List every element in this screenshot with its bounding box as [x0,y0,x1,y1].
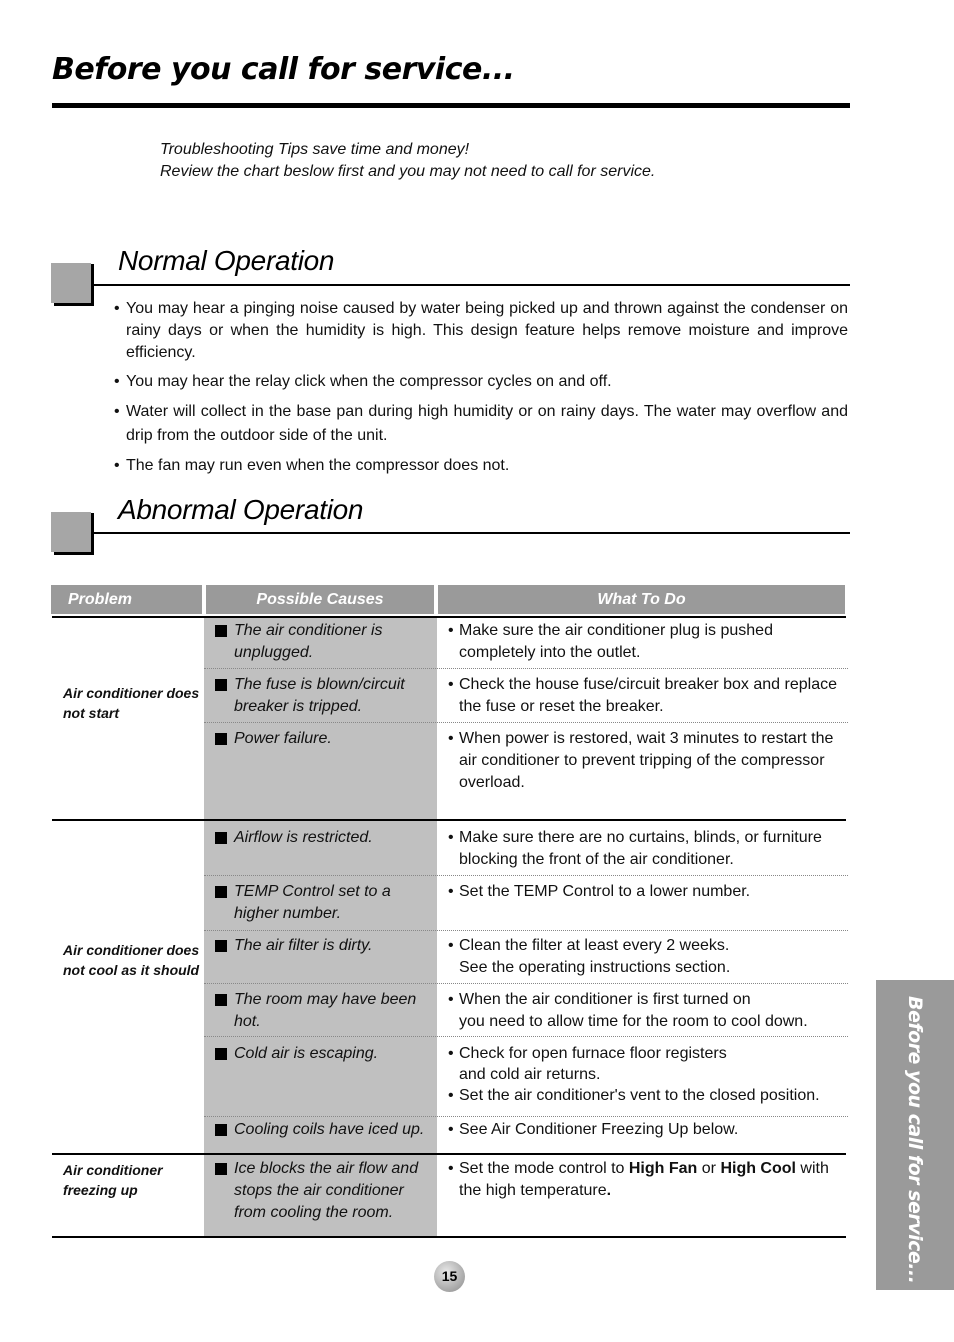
abnormal-operation-heading: Abnormal Operation [118,494,364,525]
cause-cell: Airflow is restricted. [215,827,435,849]
list-item: The fan may run even when the compressor… [114,455,848,477]
cause-cell: The air filter is dirty. [215,935,435,957]
section-rule [93,284,850,286]
problem-cell: Air conditioner does not cool as it shou… [63,942,200,978]
group-divider [52,819,846,821]
row-divider [204,668,848,669]
row-divider [204,930,848,931]
cause-cell: The air conditioner is unplugged. [215,620,435,664]
row-divider [204,1116,848,1117]
square-bullet-icon [215,1048,227,1060]
square-bullet-icon [215,679,227,691]
row-divider [204,722,848,723]
todo-cell: When power is restored, wait 3 minutes t… [448,728,848,794]
column-header-what-to-do: What To Do [438,585,845,614]
cause-cell: TEMP Control set to a higher number. [215,881,435,925]
problem-cell: Air conditioner freezing up [63,1162,163,1198]
todo-cell: Check for open furnace floor registersan… [448,1043,848,1106]
table-bottom-rule [52,1236,846,1238]
list-item: Water will collect in the base pan durin… [114,400,848,448]
problem-cell: Air conditioner does not start [63,685,200,721]
square-bullet-icon [215,1163,227,1175]
cause-cell: Cooling coils have iced up. [215,1119,435,1141]
normal-operation-heading: Normal Operation [118,245,335,276]
section-marker-icon [51,263,95,307]
intro-line-1: Troubleshooting Tips save time and money… [160,141,470,158]
title-rule [52,103,850,108]
square-bullet-icon [215,832,227,844]
todo-cell: Make sure there are no curtains, blinds,… [448,827,848,871]
list-item: You may hear the relay click when the co… [114,371,848,393]
intro: Troubleshooting Tips save time and money… [160,139,655,183]
cause-cell: Power failure. [215,728,435,750]
list-item: You may hear a pinging noise caused by w… [114,298,848,364]
section-vrule [91,264,94,286]
square-bullet-icon [215,886,227,898]
row-divider [204,1036,848,1037]
todo-cell: Set the TEMP Control to a lower number. [448,881,848,903]
row-divider [204,983,848,984]
row-divider [204,875,848,876]
todo-cell: Check the house fuse/circuit breaker box… [448,674,848,718]
square-bullet-icon [215,625,227,637]
section-rule [93,532,850,534]
square-bullet-icon [215,940,227,952]
page-title: Before you call for service... [52,52,515,87]
square-bullet-icon [215,1124,227,1136]
todo-cell: See Air Conditioner Freezing Up below. [448,1119,848,1141]
square-bullet-icon [215,733,227,745]
todo-cell: When the air conditioner is first turned… [448,989,848,1033]
column-header-problem: Problem [51,585,202,614]
column-header-causes: Possible Causes [206,585,434,614]
cause-cell: The room may have been hot. [215,989,435,1033]
page-number-badge: 15 [434,1261,465,1292]
group-divider [52,1153,846,1155]
cause-cell: Ice blocks the air flow and stops the ai… [215,1158,435,1224]
section-marker-icon [51,512,95,556]
cause-cell: Cold air is escaping. [215,1043,435,1065]
todo-cell: Set the mode control to High Fan or High… [448,1158,848,1202]
todo-cell: Clean the filter at least every 2 weeks.… [448,935,848,979]
side-tab: Before you call for service... [876,980,954,1290]
square-bullet-icon [215,994,227,1006]
cause-cell: The fuse is blown/circuit breaker is tri… [215,674,435,718]
header-rule [52,616,846,618]
side-tab-label: Before you call for service... [904,996,926,1284]
normal-operation-list: You may hear a pinging noise caused by w… [114,298,848,484]
todo-cell: Make sure the air conditioner plug is pu… [448,620,848,664]
intro-line-2: Review the chart beslow first and you ma… [160,163,656,180]
